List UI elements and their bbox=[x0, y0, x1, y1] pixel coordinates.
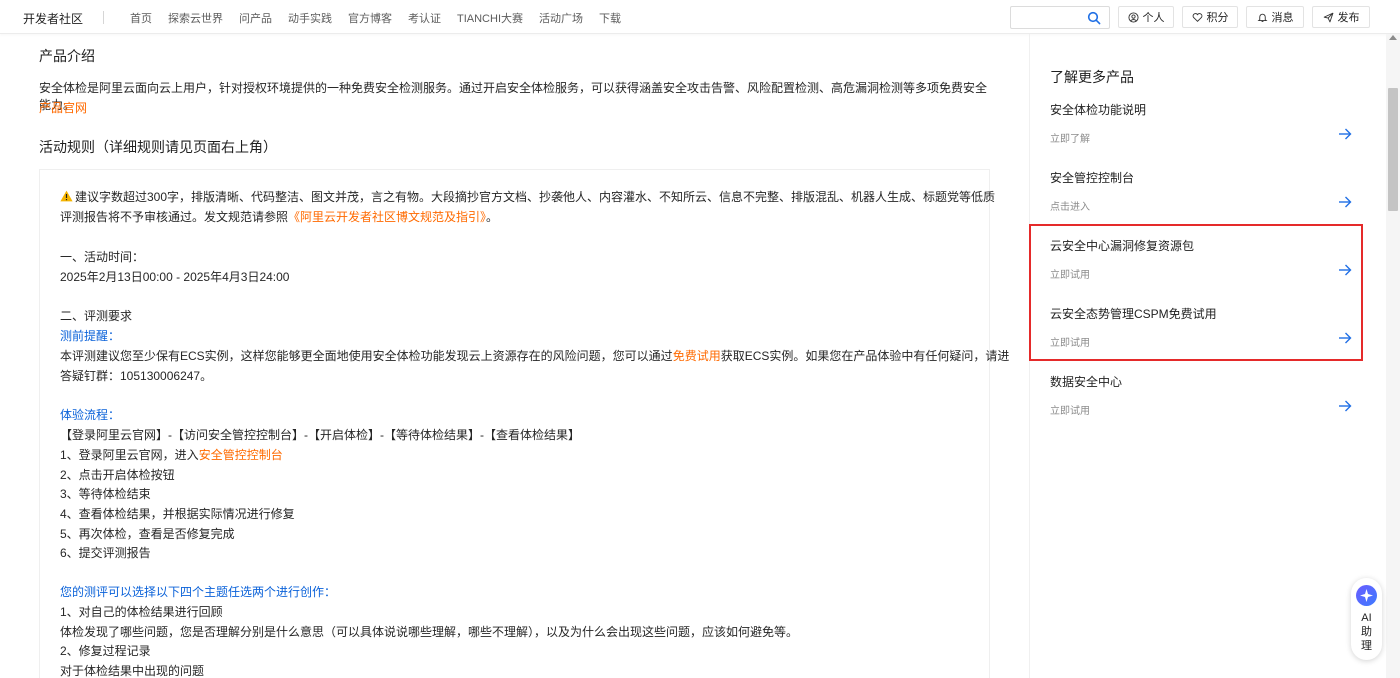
ai-assistant-button[interactable]: AI 助 理 bbox=[1351, 578, 1382, 660]
publish-label: 发布 bbox=[1337, 12, 1360, 24]
scrollbar-thumb[interactable] bbox=[1388, 88, 1398, 211]
site-brand[interactable]: 开发者社区 bbox=[23, 10, 83, 27]
pre-test-text-2: 获取ECS实例。如果您在产品体验中有任何疑问，请进 bbox=[720, 349, 1010, 363]
search-input[interactable] bbox=[1010, 6, 1110, 29]
pre-test-line-1: 本评测建议您至少保有ECS实例，这样您能够更全面地使用安全体检功能发现云上资源存… bbox=[60, 347, 1009, 364]
notice-text-2: 评测报告将不予审核通过。发文规范请参照 bbox=[60, 210, 289, 224]
warning-icon bbox=[60, 190, 73, 202]
points-label: 积分 bbox=[1206, 12, 1229, 24]
ai-assistant-label: AI 助 理 bbox=[1351, 611, 1382, 653]
topic-2-description: 对于体检结果中出现的问题 bbox=[60, 664, 205, 678]
points-button[interactable]: 积分 bbox=[1182, 6, 1238, 28]
flow-step-1: 1、登录阿里云官网，进入安全管控控制台 bbox=[60, 446, 283, 463]
pre-test-text-1: 本评测建议您至少保有ECS实例，这样您能够更全面地使用安全体检功能发现云上资源存… bbox=[60, 349, 673, 363]
side-item-name: 安全体检功能说明 bbox=[1050, 103, 1147, 117]
flow-step-6: 6、提交评测报告 bbox=[60, 546, 151, 560]
flow-step-5: 5、再次体检，查看是否修复完成 bbox=[60, 527, 235, 541]
notice-line-2: 评测报告将不予审核通过。发文规范请参照《阿里云开发者社区博文规范及指引》。 bbox=[60, 208, 498, 225]
more-products-title: 了解更多产品 bbox=[1050, 69, 1134, 85]
guideline-link[interactable]: 《阿里云开发者社区博文规范及指引》 bbox=[288, 210, 486, 224]
side-item-name: 数据安全中心 bbox=[1050, 375, 1123, 389]
side-item-action: 立即了解 bbox=[1050, 134, 1090, 145]
flow-step-3: 3、等待体检结束 bbox=[60, 487, 151, 501]
product-intro-heading: 产品介绍 bbox=[39, 48, 95, 64]
user-icon bbox=[1127, 11, 1139, 23]
time-heading: 一、活动时间： bbox=[60, 250, 145, 264]
main-nav: 首页 探索云世界 问产品 动手实践 官方博客 考认证 TIANCHI大赛 活动广… bbox=[130, 10, 637, 26]
side-item-name: 云安全中心漏洞修复资源包 bbox=[1050, 239, 1195, 253]
personal-label: 个人 bbox=[1142, 12, 1165, 24]
side-item-action: 立即试用 bbox=[1050, 270, 1090, 281]
nav-item-blog[interactable]: 官方博客 bbox=[348, 10, 392, 26]
product-intro-text: 安全体检是阿里云面向云上用户，针对授权环境提供的一种免费安全检测服务。通过开启安… bbox=[39, 81, 988, 112]
product-website-link[interactable]: 产品官网 bbox=[39, 99, 87, 116]
flow-summary: 【登录阿里云官网】-【访问安全管控控制台】-【开启体检】-【等待体检结果】-【查… bbox=[60, 428, 580, 442]
search-icon[interactable] bbox=[1087, 11, 1101, 25]
security-console-link[interactable]: 安全管控控制台 bbox=[199, 448, 283, 462]
side-item-vuln-fix-package[interactable]: 云安全中心漏洞修复资源包 立即试用 bbox=[1030, 237, 1387, 305]
side-item-name: 安全管控控制台 bbox=[1050, 171, 1135, 185]
side-item-action: 点击进入 bbox=[1050, 202, 1090, 213]
nav-item-hands-on[interactable]: 动手实践 bbox=[288, 10, 332, 26]
notice-end: 。 bbox=[486, 210, 499, 224]
top-navigation-bar: 开发者社区 首页 探索云世界 问产品 动手实践 官方博客 考认证 TIANCHI… bbox=[0, 0, 1400, 34]
nav-item-download[interactable]: 下载 bbox=[599, 10, 621, 26]
messages-button[interactable]: 消息 bbox=[1246, 6, 1304, 28]
ai-label-line-3: 理 bbox=[1361, 640, 1372, 652]
side-item-action: 立即试用 bbox=[1050, 338, 1090, 349]
personal-button[interactable]: 个人 bbox=[1118, 6, 1174, 28]
side-item-action: 立即试用 bbox=[1050, 406, 1090, 417]
topic-2: 2、修复过程记录 bbox=[60, 644, 151, 658]
arrow-right-icon[interactable] bbox=[1338, 263, 1352, 277]
arrow-right-icon[interactable] bbox=[1338, 127, 1352, 141]
messages-label: 消息 bbox=[1271, 12, 1294, 24]
flow-step-2: 2、点击开启体检按钮 bbox=[60, 468, 175, 482]
ai-sparkle-icon bbox=[1356, 585, 1377, 606]
activity-rules-panel: 建议字数超过300字，排版清晰、代码整洁、图文并茂，言之有物。大段摘抄官方文档、… bbox=[39, 169, 1009, 678]
bell-icon bbox=[1257, 13, 1267, 22]
page-scrollbar[interactable] bbox=[1386, 34, 1400, 678]
side-item-data-security-center[interactable]: 数据安全中心 立即试用 bbox=[1030, 373, 1387, 441]
notice-line-1: 建议字数超过300字，排版清晰、代码整洁、图文并茂，言之有物。大段摘抄官方文档、… bbox=[60, 188, 995, 205]
topic-1: 1、对自己的体检结果进行回顾 bbox=[60, 605, 223, 619]
time-value: 2025年2月13日00:00 - 2025年4月3日24:00 bbox=[60, 270, 290, 284]
flow-step-4: 4、查看体检结果，并根据实际情况进行修复 bbox=[60, 507, 295, 521]
ai-label-line-1: AI bbox=[1361, 612, 1372, 624]
side-item-security-console[interactable]: 安全管控控制台 点击进入 bbox=[1030, 169, 1387, 237]
nav-item-ask[interactable]: 问产品 bbox=[239, 10, 272, 26]
scroll-up-arrow-icon[interactable] bbox=[1389, 35, 1397, 40]
nav-item-home[interactable]: 首页 bbox=[130, 10, 152, 26]
nav-item-explore[interactable]: 探索云世界 bbox=[168, 10, 223, 26]
heart-icon bbox=[1192, 12, 1202, 22]
nav-item-tianchi[interactable]: TIANCHI大赛 bbox=[457, 10, 523, 26]
topic-1-description: 体检发现了哪些问题，您是否理解分别是什么意思（可以具体说说哪些理解，哪些不理解）… bbox=[60, 625, 799, 639]
side-item-security-check-docs[interactable]: 安全体检功能说明 立即了解 bbox=[1030, 101, 1387, 169]
activity-rules-heading: 活动规则（详细规则请见页面右上角） bbox=[39, 139, 277, 155]
brand-divider bbox=[103, 11, 104, 24]
more-products-panel: 了解更多产品 安全体检功能说明 立即了解 安全管控控制台 点击进入 云安全中心漏… bbox=[1029, 34, 1386, 678]
step-1-text: 1、登录阿里云官网，进入 bbox=[60, 448, 199, 462]
side-item-name: 云安全态势管理CSPM免费试用 bbox=[1050, 307, 1217, 321]
arrow-right-icon[interactable] bbox=[1338, 331, 1352, 345]
topic-heading: 您的测评可以选择以下四个主题任选两个进行创作： bbox=[60, 585, 337, 599]
send-icon bbox=[1323, 12, 1333, 22]
pre-test-line-2: 答疑钉群：105130006247。 bbox=[60, 369, 213, 383]
side-item-cspm-trial[interactable]: 云安全态势管理CSPM免费试用 立即试用 bbox=[1030, 305, 1387, 373]
notice-text-1: 建议字数超过300字，排版清晰、代码整洁、图文并茂，言之有物。大段摘抄官方文档、… bbox=[75, 190, 996, 204]
nav-item-events[interactable]: 活动广场 bbox=[539, 10, 583, 26]
requirements-heading: 二、评测要求 bbox=[60, 309, 133, 323]
pre-test-heading: 测前提醒： bbox=[60, 329, 121, 343]
arrow-right-icon[interactable] bbox=[1338, 195, 1352, 209]
nav-item-certification[interactable]: 考认证 bbox=[408, 10, 441, 26]
free-trial-link[interactable]: 免费试用 bbox=[673, 349, 721, 363]
flow-heading: 体验流程： bbox=[60, 408, 121, 422]
arrow-right-icon[interactable] bbox=[1338, 399, 1352, 413]
publish-button[interactable]: 发布 bbox=[1312, 6, 1370, 28]
ai-label-line-2: 助 bbox=[1361, 626, 1372, 638]
